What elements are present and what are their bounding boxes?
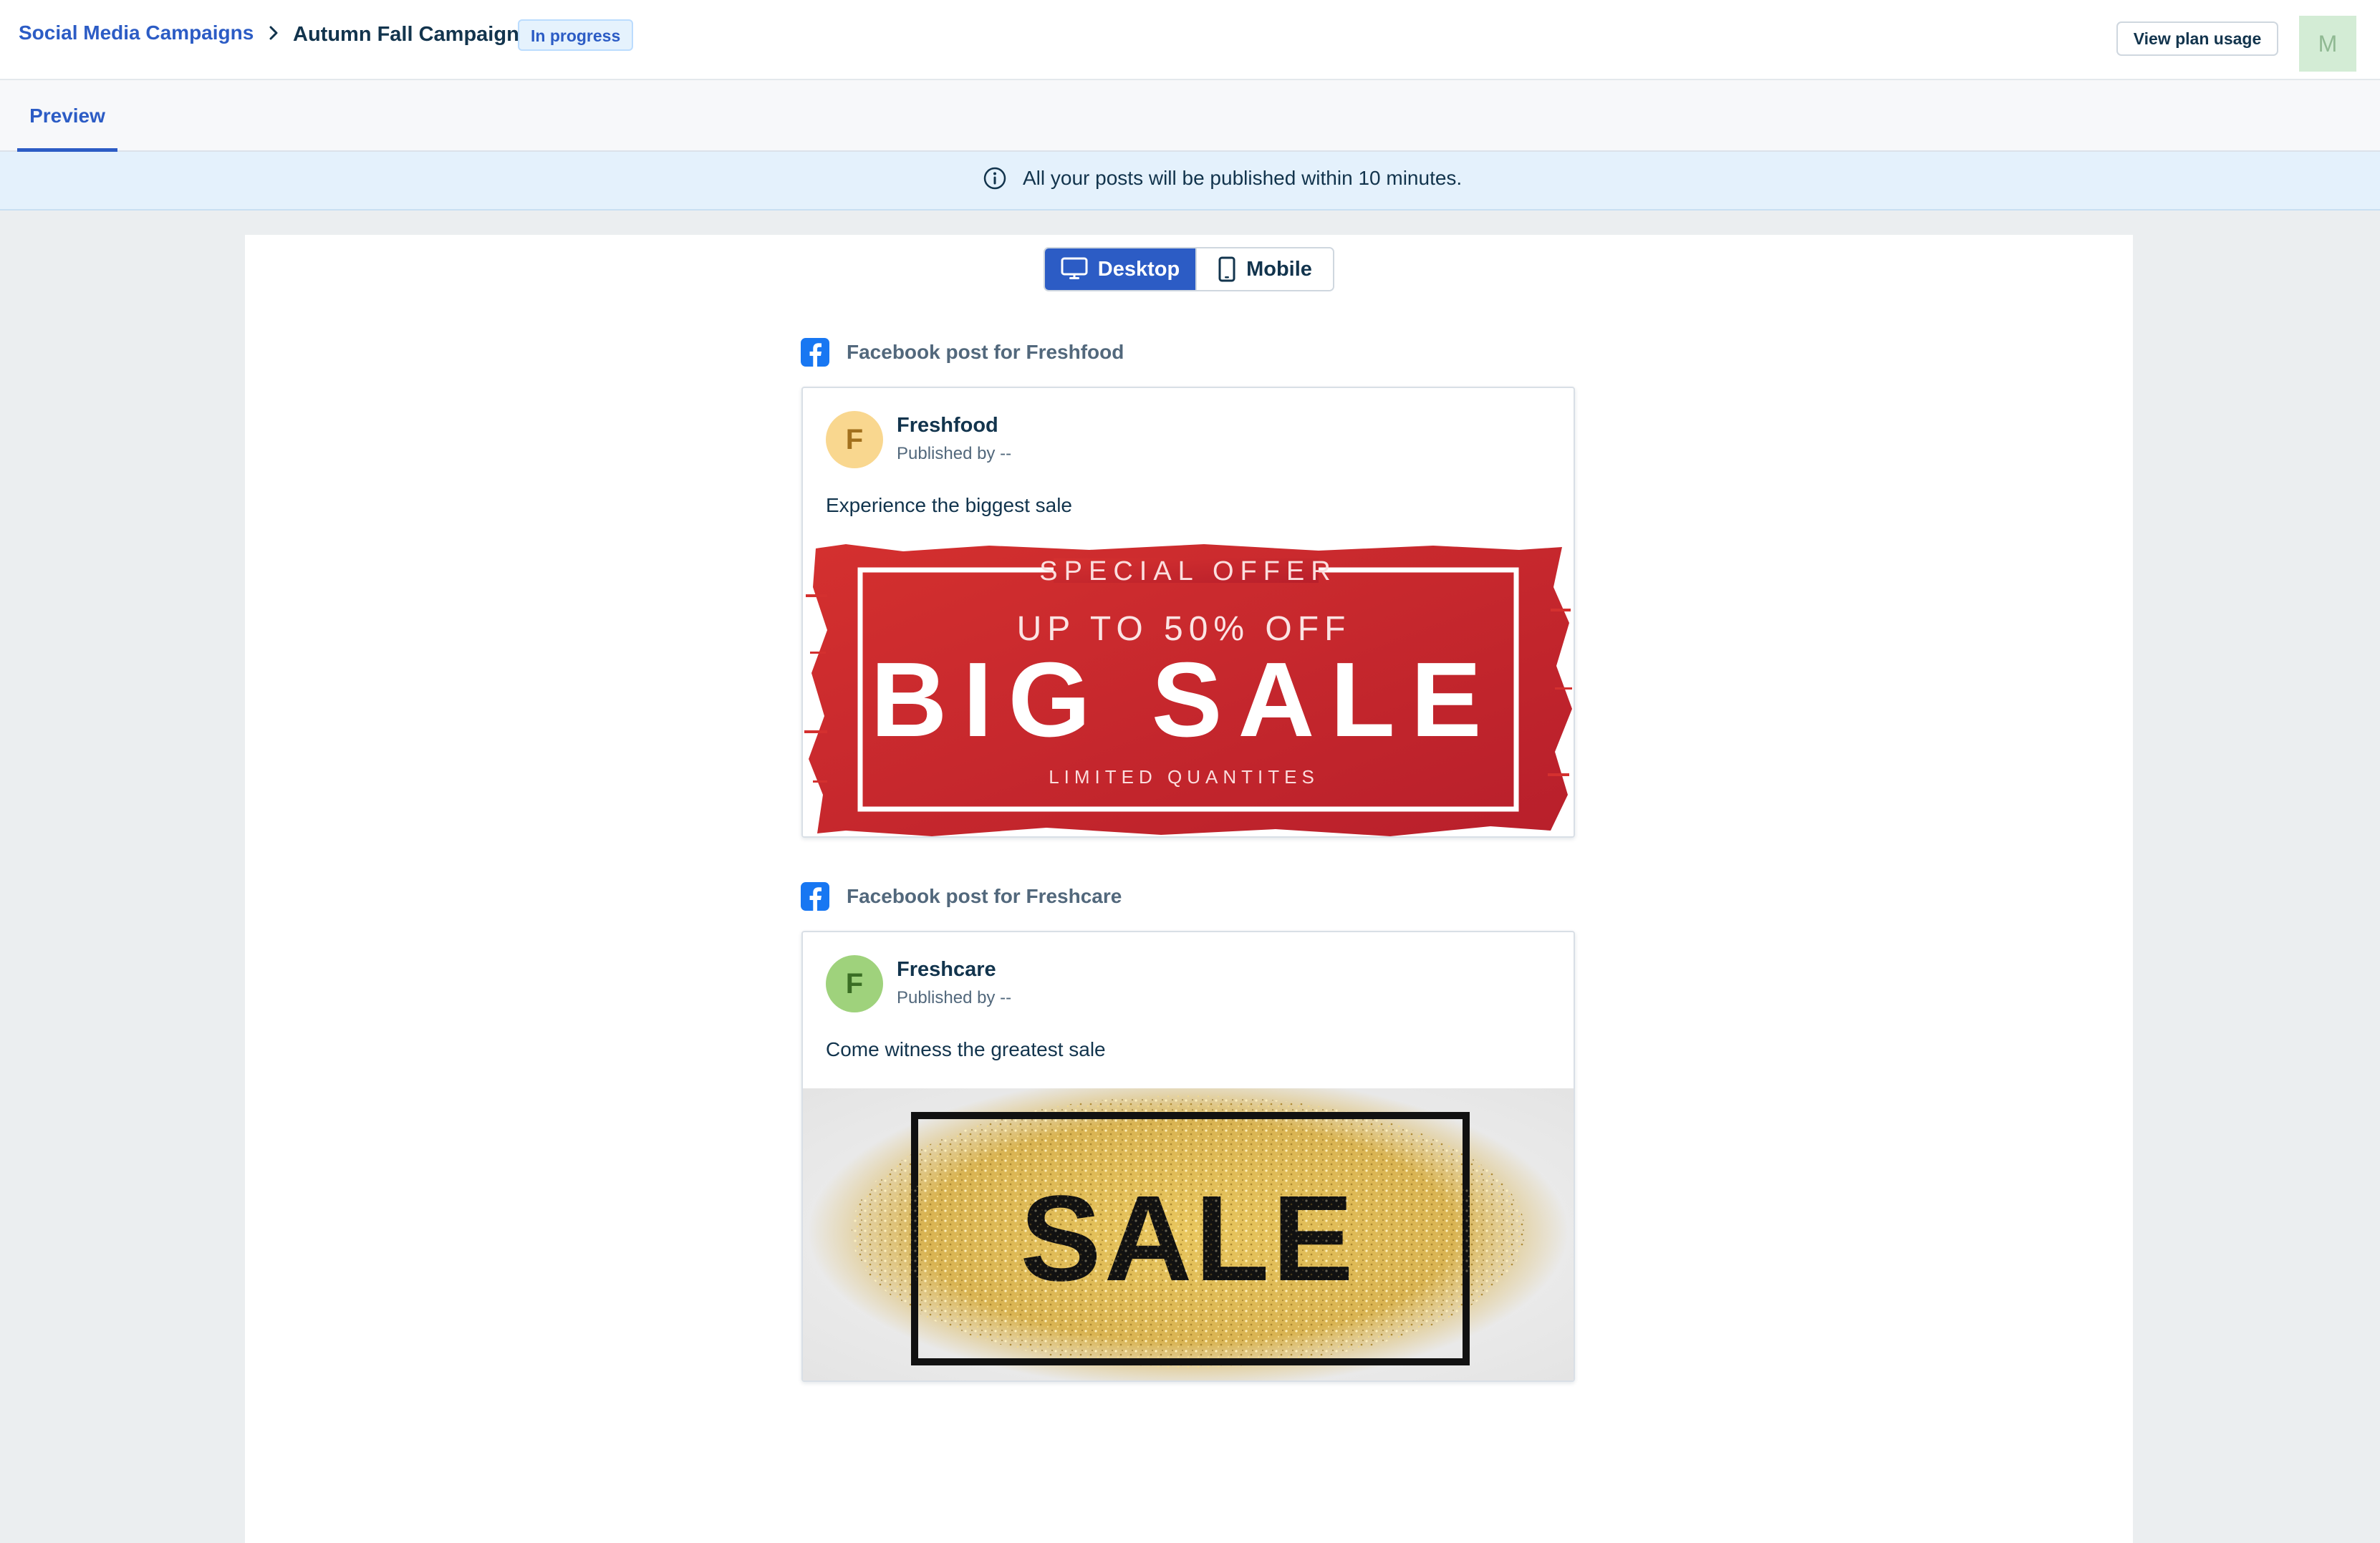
post-label-text: Facebook post for Freshfood	[847, 341, 1124, 363]
facebook-post-card: F Freshfood Published by -- Experience t…	[801, 387, 1575, 838]
breadcrumb-current: Autumn Fall Campaign	[293, 23, 519, 46]
page-avatar: F	[826, 955, 883, 1012]
desktop-toggle-label: Desktop	[1097, 257, 1180, 281]
tab-bar: Preview	[0, 80, 2380, 152]
post-label-freshfood: Facebook post for Freshfood	[801, 338, 1124, 367]
view-toggle: Desktop Mobile	[1044, 247, 1334, 291]
desktop-icon	[1061, 257, 1088, 279]
info-banner: All your posts will be published within …	[0, 152, 2380, 211]
page-name: Freshfood	[897, 414, 998, 437]
top-bar: Social Media Campaigns Autumn Fall Campa…	[0, 0, 2380, 80]
post-image-big-sale: SPECIAL OFFER UP TO 50% OFF BIG SALE LIM…	[803, 544, 1574, 836]
published-by: Published by --	[897, 444, 1012, 463]
user-avatar[interactable]: M	[2299, 16, 2356, 72]
post-label-text: Facebook post for Freshcare	[847, 885, 1122, 907]
mobile-icon	[1218, 256, 1235, 282]
page-avatar: F	[826, 411, 883, 468]
status-badge: In progress	[518, 19, 634, 51]
page-name: Freshcare	[897, 958, 996, 981]
chevron-right-icon	[269, 26, 278, 40]
breadcrumb-social-media-campaigns[interactable]: Social Media Campaigns	[19, 21, 254, 44]
post-text: Come witness the greatest sale	[826, 1038, 1106, 1060]
facebook-icon	[801, 882, 829, 911]
banner-message: All your posts will be published within …	[1023, 167, 1463, 189]
post-image-gold-sale: SALE	[803, 1088, 1574, 1380]
view-plan-usage-button[interactable]: View plan usage	[2116, 21, 2278, 56]
facebook-icon	[801, 338, 829, 367]
info-icon	[983, 167, 1006, 190]
post-text: Experience the biggest sale	[826, 494, 1072, 516]
mobile-toggle-button[interactable]: Mobile	[1195, 248, 1333, 290]
tab-preview[interactable]: Preview	[17, 80, 117, 152]
published-by: Published by --	[897, 988, 1012, 1007]
mobile-toggle-label: Mobile	[1246, 257, 1312, 281]
post-label-freshcare: Facebook post for Freshcare	[801, 882, 1122, 911]
image-text-limited: LIMITED QUANTITES	[1049, 766, 1319, 788]
image-text-big-sale: BIG SALE	[871, 641, 1498, 759]
image-text-special-offer: SPECIAL OFFER	[1039, 556, 1336, 586]
facebook-post-card: F Freshcare Published by -- Come witness…	[801, 931, 1575, 1382]
desktop-toggle-button[interactable]: Desktop	[1045, 248, 1195, 290]
